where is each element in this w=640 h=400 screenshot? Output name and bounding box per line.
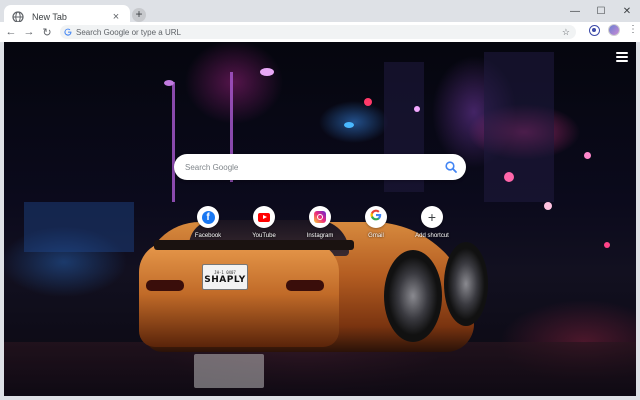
toolbar-right: ⋮ — [589, 24, 638, 36]
shortcut-label: Instagram — [306, 233, 334, 239]
city-bokeh-light — [544, 202, 552, 210]
toolbar: ← → ↻ Search Google or type a URL ☆ ⋮ — [0, 22, 640, 42]
shortcut-label: Facebook — [194, 233, 222, 239]
add-shortcut-button[interactable]: + Add shortcut — [404, 206, 460, 239]
facebook-icon: f — [201, 210, 215, 224]
google-search-box[interactable]: Search Google — [174, 154, 466, 180]
maximize-button[interactable]: ☐ — [588, 0, 614, 22]
license-plate: JH-1 0X07 SHAPLY — [202, 264, 248, 290]
hamburger-line — [616, 52, 628, 54]
youtube-icon — [258, 212, 270, 222]
car-wheel — [384, 250, 442, 342]
shortcut-tile[interactable]: f — [197, 206, 219, 228]
shortcut-label: Add shortcut — [415, 233, 449, 239]
shortcut-tile[interactable]: + — [421, 206, 443, 228]
city-bokeh-light — [584, 152, 591, 159]
shortcut-grid: f Facebook YouTube Instagram Gmail + Add… — [180, 206, 460, 246]
window-controls: — ☐ ✕ — [562, 0, 640, 22]
shortcut-label: YouTube — [252, 233, 276, 239]
shortcut-tile[interactable] — [309, 206, 331, 228]
hamburger-line — [616, 60, 628, 62]
tab-title: New Tab — [32, 11, 67, 22]
browser-window: New Tab × + — ☐ ✕ ← → ↻ Search Google or… — [0, 0, 640, 400]
reload-button[interactable]: ↻ — [40, 25, 54, 39]
chrome-menu-icon[interactable]: ⋮ — [628, 25, 638, 35]
background-building — [24, 202, 134, 252]
car-taillight — [286, 280, 324, 291]
shortcut-tile[interactable] — [253, 206, 275, 228]
background-building — [484, 52, 554, 202]
back-button[interactable]: ← — [4, 25, 18, 39]
search-icon[interactable] — [444, 160, 458, 174]
shortcut-tile[interactable] — [365, 206, 387, 228]
new-tab-page: mazda JH-1 0X07 SHAPLY Search Google f F… — [4, 42, 636, 396]
city-bokeh-light — [504, 172, 514, 182]
search-input[interactable]: Search Google — [185, 163, 444, 172]
new-tab-button[interactable]: + — [132, 8, 146, 22]
forward-button[interactable]: → — [22, 25, 36, 39]
instagram-icon — [314, 211, 326, 223]
shortcut-gmail[interactable]: Gmail — [348, 206, 404, 239]
address-bar[interactable]: Search Google or type a URL ☆ — [60, 25, 576, 39]
street-light — [260, 68, 274, 76]
hamburger-line — [616, 56, 628, 58]
city-bokeh-light — [344, 122, 354, 128]
plate-main-text: SHAPLY — [204, 274, 246, 285]
plate-reflection — [194, 354, 264, 388]
bookmark-star-icon[interactable]: ☆ — [562, 27, 570, 38]
google-icon — [370, 208, 382, 226]
close-tab-icon[interactable]: × — [110, 11, 122, 23]
globe-icon — [12, 10, 24, 23]
menu-hamburger-icon[interactable] — [616, 52, 628, 62]
city-bokeh-light — [414, 106, 420, 112]
shortcut-label: Gmail — [368, 233, 384, 239]
car-rear-panel — [139, 242, 339, 347]
city-bokeh-light — [364, 98, 372, 106]
plus-icon: + — [427, 209, 437, 225]
shortcut-instagram[interactable]: Instagram — [292, 206, 348, 239]
google-icon — [64, 28, 72, 36]
car-taillight — [146, 280, 184, 291]
shortcut-facebook[interactable]: f Facebook — [180, 206, 236, 239]
minimize-button[interactable]: — — [562, 0, 588, 22]
street-light-pole — [172, 82, 175, 202]
profile-avatar[interactable] — [608, 24, 620, 36]
car-wheel — [444, 242, 488, 326]
shortcut-youtube[interactable]: YouTube — [236, 206, 292, 239]
address-bar-placeholder: Search Google or type a URL — [76, 27, 181, 37]
close-window-button[interactable]: ✕ — [614, 0, 640, 22]
city-bokeh-light — [604, 242, 610, 248]
street-light — [164, 80, 174, 86]
extension-icon[interactable] — [589, 24, 600, 36]
